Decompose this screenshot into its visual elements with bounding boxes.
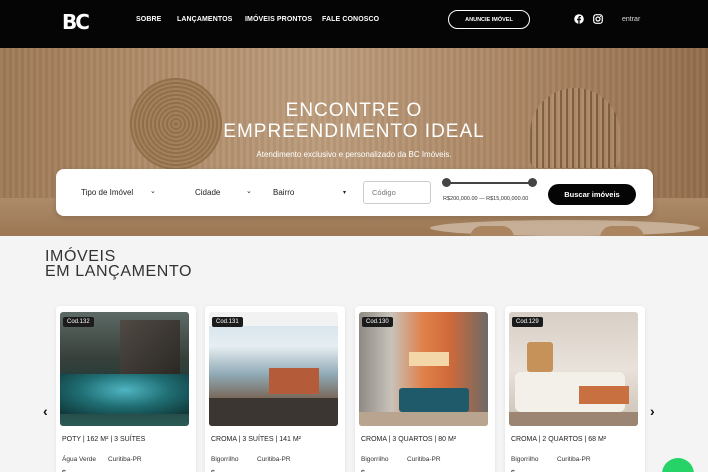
carousel-prev-icon[interactable]: ‹ (43, 403, 48, 419)
price-range-track[interactable] (446, 182, 532, 184)
property-neighborhood: Bigorrilho (361, 456, 389, 463)
hero-subtitle: Atendimento exclusivo e personalizado da… (256, 150, 452, 159)
property-code-badge: Cod.130 (362, 317, 393, 327)
property-code-badge: Cod.132 (63, 317, 94, 327)
property-type-select[interactable]: Tipo de Imóvel (81, 188, 133, 197)
property-neighborhood: Água Verde (62, 456, 96, 463)
property-card[interactable]: Cod.129 CROMA | 2 QUARTOS | 68 M² Bigorr… (505, 306, 645, 472)
login-link[interactable]: entrar (622, 16, 640, 23)
whatsapp-icon[interactable] (662, 458, 694, 472)
property-code-badge: Cod.131 (212, 317, 243, 327)
property-city: Curitiba-PR (257, 456, 291, 463)
property-code-badge: Cod.129 (512, 317, 543, 327)
price-min-handle[interactable] (442, 178, 451, 187)
property-city: Curitiba-PR (407, 456, 441, 463)
instagram-icon[interactable] (593, 14, 603, 24)
property-neighborhood: Bigorrilho (511, 456, 539, 463)
price-max-handle[interactable] (528, 178, 537, 187)
facebook-icon[interactable] (574, 14, 584, 24)
property-title[interactable]: CROMA | 3 SUÍTES | 141 M² (211, 436, 301, 443)
hero-title-line1: ENCONTRE O (285, 100, 423, 121)
property-image[interactable] (60, 312, 189, 426)
hero-title-line2: EMPREENDIMENTO IDEAL (223, 121, 485, 142)
nav-imoveis-prontos[interactable]: IMÓVEIS PRONTOS (245, 16, 312, 23)
section-title-line2: EM LANÇAMENTO (45, 263, 193, 280)
property-card[interactable]: Cod.130 CROMA | 3 QUARTOS | 80 M² Bigorr… (355, 306, 495, 472)
top-navbar: BC SOBRE LANÇAMENTOS IMÓVEIS PRONTOS FAL… (0, 0, 708, 48)
carousel-next-icon[interactable]: › (650, 403, 655, 419)
city-select[interactable]: Cidade (195, 188, 220, 197)
property-image[interactable] (359, 312, 488, 426)
property-image[interactable] (209, 312, 338, 426)
property-image[interactable] (509, 312, 638, 426)
neighborhood-select[interactable]: Bairro (273, 188, 294, 197)
price-range-label: R$200,000.00 — R$15,000,000.00 (443, 196, 529, 202)
anuncie-imovel-button[interactable]: ANUNCIE IMÓVEL (448, 10, 530, 29)
nav-sobre[interactable]: SOBRE (136, 16, 161, 23)
property-city: Curitiba-PR (108, 456, 142, 463)
property-card[interactable]: Cod.132 POTY | 162 M² | 3 SUÍTES Água Ve… (56, 306, 196, 472)
page: BC SOBRE LANÇAMENTOS IMÓVEIS PRONTOS FAL… (0, 0, 708, 472)
chevron-down-icon[interactable]: ⌄ (246, 187, 252, 195)
search-button[interactable]: Buscar imóveis (548, 184, 636, 205)
property-card[interactable]: Cod.131 CROMA | 3 SUÍTES | 141 M² Bigorr… (205, 306, 345, 472)
caret-down-icon[interactable]: ▾ (343, 189, 346, 196)
property-title[interactable]: CROMA | 3 QUARTOS | 80 M² (361, 436, 456, 443)
nav-fale-conosco[interactable]: FALE CONOSCO (322, 16, 379, 23)
chevron-down-icon[interactable]: ⌄ (150, 187, 156, 195)
bc-logo[interactable]: BC (62, 10, 90, 34)
property-city: Curitiba-PR (557, 456, 591, 463)
property-title[interactable]: CROMA | 2 QUARTOS | 68 M² (511, 436, 606, 443)
property-title[interactable]: POTY | 162 M² | 3 SUÍTES (62, 436, 145, 443)
code-input[interactable] (363, 181, 431, 204)
nav-lancamentos[interactable]: LANÇAMENTOS (177, 16, 232, 23)
property-neighborhood: Bigorrilho (211, 456, 239, 463)
